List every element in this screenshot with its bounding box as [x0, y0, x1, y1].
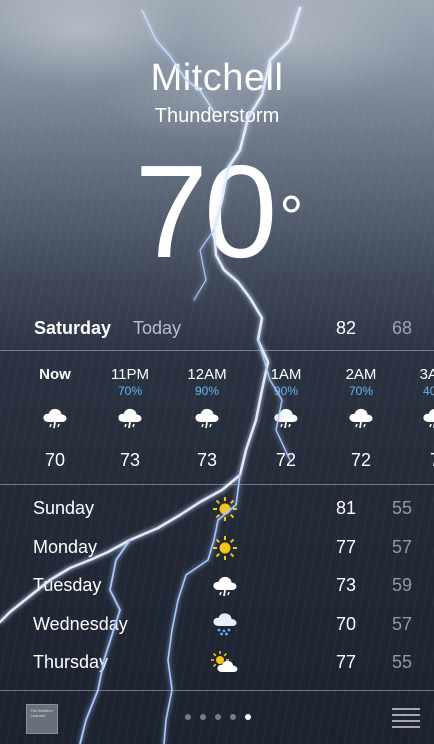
hourly-forecast[interactable]: Now 70 11PM 70% 73 12AM 90% 73 1AM 90% 72 2AM 70% 72 3…: [0, 352, 434, 482]
list-icon-line: [392, 726, 420, 728]
daily-forecast-row: Sunday 81 55: [0, 490, 434, 529]
today-label: Today: [133, 318, 182, 338]
rain-cloud-icon: [177, 398, 237, 438]
hourly-temperature: 7: [405, 450, 434, 471]
daily-day-name: Thursday: [33, 652, 109, 672]
rain-cloud-icon: [405, 398, 434, 438]
daily-day-name: Sunday: [33, 498, 95, 518]
daily-low: 55: [392, 652, 413, 672]
hourly-temperature: 72: [275, 450, 297, 470]
list-icon-line: [392, 708, 420, 710]
hourly-item: Now 70: [25, 352, 85, 471]
partly-cloudy-icon: [210, 648, 240, 678]
daily-forecast-row: Monday 77 57: [0, 529, 434, 568]
city-list-button[interactable]: [392, 708, 420, 728]
list-icon-line: [392, 714, 420, 716]
daily-low: 59: [392, 575, 413, 595]
daily-high: 77: [336, 536, 357, 557]
weather-screen: Mitchell Thunderstorm 70 ° Saturday Today…: [0, 0, 434, 744]
hourly-time: 3AM: [419, 366, 434, 383]
hourly-time: 11PM: [110, 366, 150, 383]
hourly-precip-chance: 70%: [117, 384, 143, 398]
page-dot[interactable]: [245, 714, 251, 720]
hourly-precip-chance: 90%: [194, 384, 220, 398]
daily-high: 70: [336, 613, 357, 634]
hourly-temperature: 70: [44, 450, 66, 470]
daily-high: 77: [336, 652, 357, 672]
page-dot[interactable]: [230, 714, 236, 720]
weather-channel-logo[interactable]: The Weather Channel: [26, 704, 58, 734]
rain-cloud-icon: [25, 398, 85, 438]
hourly-precip-chance: [25, 384, 85, 398]
rain-cloud-icon: [100, 398, 160, 438]
hourly-item: 3AM40% 7: [405, 352, 434, 471]
page-dot[interactable]: [185, 714, 191, 720]
hourly-item: 12AM 90% 73: [177, 352, 237, 471]
list-icon-line: [392, 720, 420, 722]
hourly-precip-chance: 70%: [348, 384, 374, 398]
hourly-precip-chance: 90%: [273, 384, 299, 398]
today-low: 68: [392, 318, 413, 338]
hourly-item: 1AM 90% 72: [256, 352, 316, 471]
daily-low: 57: [392, 536, 413, 557]
hourly-temperature: 73: [119, 450, 141, 470]
daily-forecast-row: Thursday 77 55: [0, 644, 434, 683]
divider-top: [0, 350, 434, 351]
rain-cloud-icon: [331, 398, 391, 438]
today-summary-row: Saturday Today 82 68: [0, 312, 434, 346]
hourly-time: 12AM: [187, 366, 227, 383]
daily-day-name: Monday: [33, 536, 98, 557]
rain-cloud-icon: [256, 398, 316, 438]
today-high: 82: [336, 318, 357, 338]
daily-forecast-row: Tuesday 73 59: [0, 567, 434, 606]
hourly-item: 2AM 70% 72: [331, 352, 391, 471]
hourly-temperature: 72: [350, 450, 372, 470]
degree-symbol: °: [279, 184, 303, 251]
bottom-toolbar: The Weather Channel: [0, 690, 434, 744]
sun-icon: [210, 494, 240, 524]
daily-forecast-row: Wednesday 70 57: [0, 606, 434, 645]
daily-forecast[interactable]: Sunday 81 55 Monday 77 57 Tuesday 73 59 Wednesday…: [0, 490, 434, 683]
page-dot[interactable]: [215, 714, 221, 720]
weather-condition: Thunderstorm: [154, 105, 280, 127]
page-indicator[interactable]: [185, 714, 251, 720]
hourly-time: 1AM: [270, 366, 302, 383]
hourly-temperature: 73: [196, 450, 218, 470]
divider-middle: [0, 484, 434, 485]
sun-icon: [210, 533, 240, 563]
daily-low: 57: [392, 613, 413, 634]
page-dot[interactable]: [200, 714, 206, 720]
hourly-item: 11PM 70% 73: [100, 352, 160, 471]
hourly-time: 2AM: [345, 366, 377, 383]
hourly-time: Now: [39, 366, 71, 383]
location-header: Mitchell Thunderstorm: [0, 56, 434, 128]
today-day-name: Saturday: [34, 318, 112, 338]
daily-day-name: Tuesday: [33, 575, 102, 595]
daily-low: 55: [392, 498, 413, 518]
snow-cloud-icon: [210, 610, 240, 640]
hourly-precip-chance: 40%: [422, 384, 434, 398]
daily-day-name: Wednesday: [33, 613, 128, 634]
current-temperature: 70 °: [0, 142, 434, 282]
rain-cloud-icon: [210, 571, 240, 601]
city-name: Mitchell: [150, 57, 284, 99]
daily-high: 73: [336, 575, 357, 595]
daily-high: 81: [336, 498, 357, 518]
temperature-value: 70: [134, 138, 278, 285]
